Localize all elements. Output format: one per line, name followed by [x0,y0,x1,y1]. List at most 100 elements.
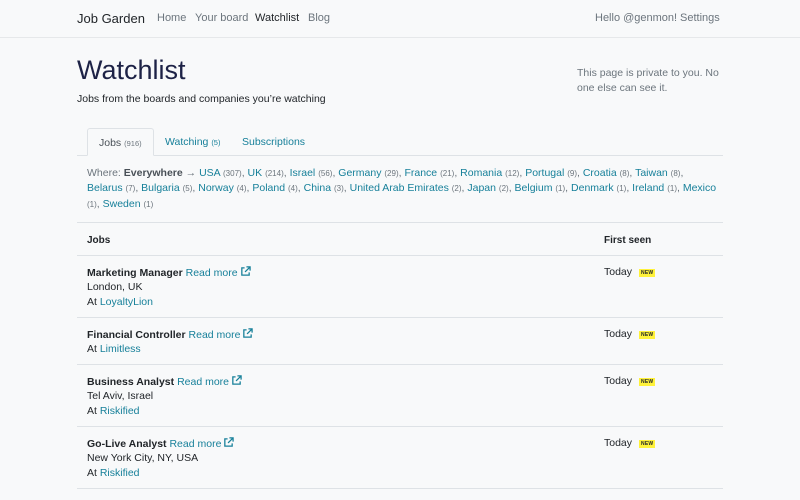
brand-logo-link[interactable]: Job Garden [77,11,145,26]
external-link-icon [243,328,254,338]
first-seen-text: Today [604,375,633,387]
location-count: (2) [498,184,509,194]
read-more-label: Read more [169,438,222,450]
tab-watching-label: Watching [165,136,209,148]
read-more-link[interactable]: Read more [189,328,254,341]
company-link[interactable]: Riskified [100,467,140,479]
location-count: (1) [87,199,97,209]
tab-subscriptions[interactable]: Subscriptions [242,128,305,156]
location-name: Ireland [632,182,665,195]
first-seen: Today NEW [604,437,656,449]
location-count: (3) [333,184,344,194]
navbar: Job Garden Home Your board Watchlist Blo… [0,0,800,38]
company-link[interactable]: LoyaltyLion [100,296,153,308]
tab-jobs-label: Jobs [99,137,122,149]
location-count: (1) [616,184,627,194]
location-link[interactable]: China [304,182,331,194]
job-title: Go-Live Analyst Read more [87,437,235,450]
location-link[interactable]: France [404,167,437,179]
read-more-link[interactable]: Read more [169,437,235,450]
location-name: Bulgaria [141,182,180,195]
nav-link-blog[interactable]: Blog [308,12,330,24]
tab-jobs-count: (916) [124,139,142,148]
page-title: Watchlist [77,55,186,85]
location-count: (8) [619,169,630,178]
location-count: (56) [318,169,333,178]
location-filter: Where: Everywhere → USA (307), UK (214),… [87,166,717,212]
nav-greeting[interactable]: Hello @genmon! [595,12,677,24]
location-link[interactable]: Japan [467,182,496,194]
first-seen-text: Today [604,328,633,340]
location-link[interactable]: Mexico [683,182,716,194]
location-link[interactable]: Ireland [632,182,664,194]
tab-watching[interactable]: Watching (5) [165,128,220,156]
job-title-text: Business Analyst [87,376,175,388]
external-link-icon [232,375,242,385]
table-row: Marketing Manager Read more London, UK A… [77,256,723,318]
location-count: (214) [265,169,284,178]
location-link[interactable]: Denmark [571,182,614,194]
location-link[interactable]: Belgium [515,182,553,194]
location-count: (9) [567,169,577,178]
where-current: Everywhere [123,167,183,179]
external-link-icon [240,266,251,276]
location-link[interactable]: Romania [460,167,502,179]
location-link[interactable]: United Arab Emirates [350,182,449,194]
job-title: Financial Controller Read more [87,328,254,341]
location-name: Japan [467,182,496,195]
location-count: (4) [288,184,298,194]
location-link[interactable]: Poland [252,182,285,194]
read-more-link[interactable]: Read more [177,375,242,388]
location-link[interactable]: Sweden [103,198,141,210]
location-name: Israel [289,167,316,179]
location-link[interactable]: Bulgaria [141,182,180,194]
external-link-icon [224,437,235,447]
location-name: UK [247,167,263,179]
location-link[interactable]: Taiwan [635,167,668,179]
job-company: At Riskified [87,405,140,417]
read-more-link[interactable]: Read more [185,266,251,279]
location-name: Sweden [102,197,141,210]
table-header: Jobs First seen [77,222,723,256]
company-link[interactable]: Limitless [100,343,141,355]
first-seen: Today NEW [604,328,656,340]
new-badge: NEW [639,269,656,277]
tab-subscriptions-label: Subscriptions [242,136,306,148]
read-more-label: Read more [185,267,238,279]
job-location: Tel Aviv, Israel [87,390,154,402]
at-label: At [87,467,97,479]
first-seen-text: Today [604,437,633,449]
location-count: (12) [505,169,520,178]
nav-link-watchlist[interactable]: Watchlist [255,12,299,24]
location-link[interactable]: Belarus [87,182,123,194]
location-link[interactable]: Norway [198,182,234,194]
company-link[interactable]: Riskified [100,405,140,417]
location-link[interactable]: Portugal [525,167,564,179]
location-link[interactable]: UK [248,167,263,179]
nav-link-your-board[interactable]: Your board [195,12,248,24]
tab-jobs[interactable]: Jobs (916) [87,128,154,156]
location-count: (1) [667,184,677,194]
location-link[interactable]: Israel [290,167,316,179]
table-row: Go-Live Analyst Read more New York City,… [77,427,723,489]
first-seen: Today NEW [604,375,656,387]
nav-link-home[interactable]: Home [157,12,186,24]
location-link[interactable]: USA [199,167,220,179]
location-name: Norway [198,182,234,195]
job-title-text: Financial Controller [87,329,186,341]
location-name: Denmark [571,182,614,195]
where-arrow: → [185,167,197,179]
location-link[interactable]: Croatia [583,167,617,179]
location-name: China [303,182,332,195]
read-more-label: Read more [177,376,230,388]
location-name: Belgium [514,182,553,195]
nav-link-settings[interactable]: Settings [680,12,720,24]
privacy-note: This page is private to you. No one else… [577,67,719,94]
location-name: France [404,167,438,179]
tab-bar: Jobs (916) Watching (5) Subscriptions [77,128,723,156]
where-label: Where: [87,167,121,179]
location-count: (1) [143,199,154,209]
new-badge: NEW [639,378,656,386]
location-link[interactable]: Germany [338,167,381,179]
location-count: (7) [125,184,136,194]
